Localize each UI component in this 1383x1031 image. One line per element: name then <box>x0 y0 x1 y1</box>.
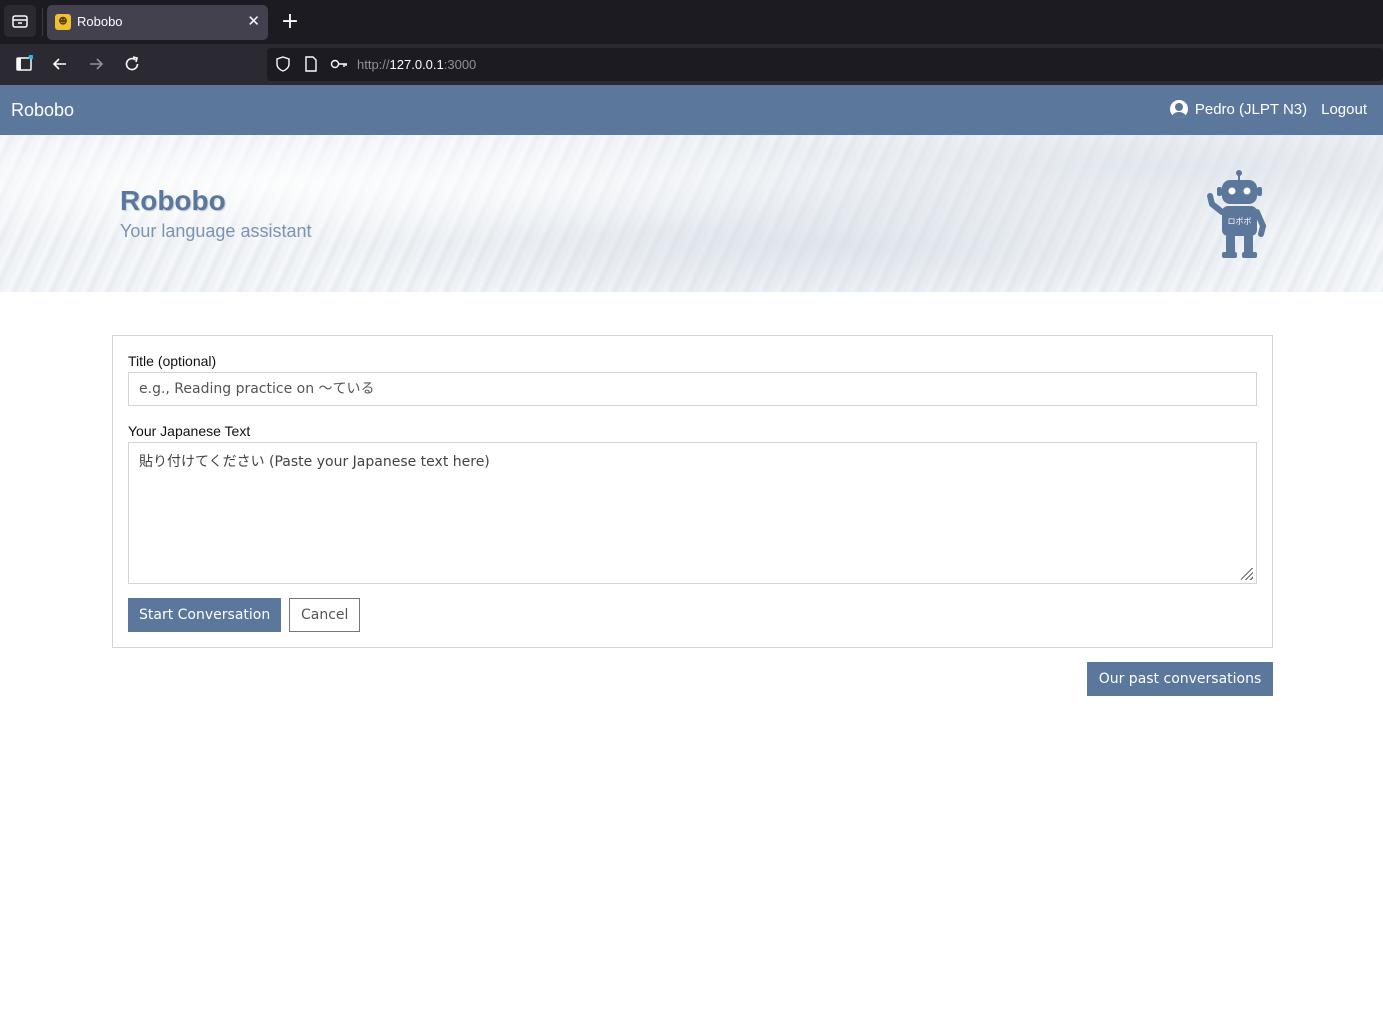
past-conversations-button[interactable]: Our past conversations <box>1087 662 1273 696</box>
robobo-favicon-icon: ☻ <box>55 14 71 30</box>
resize-grip-icon[interactable] <box>1241 568 1253 580</box>
hero-subtitle: Your language assistant <box>120 221 312 241</box>
navbar-brand[interactable]: Robobo <box>11 100 74 121</box>
url-host: 127.0.0.1 <box>389 57 444 72</box>
robot-label: ロボボ <box>1228 217 1252 226</box>
browser-tab-active[interactable]: ☻ Robobo ✕ <box>47 5 268 40</box>
cancel-button[interactable]: Cancel <box>289 598 361 632</box>
robot-mascot-icon: ロボボ <box>1207 170 1267 258</box>
new-tab-button[interactable]: + <box>279 8 301 36</box>
shield-icon[interactable] <box>272 53 294 75</box>
tab-overview-button[interactable] <box>4 5 36 37</box>
user-area: Pedro (JLPT N3) Logout <box>1169 100 1367 118</box>
key-icon[interactable] <box>328 53 350 75</box>
reload-icon[interactable] <box>121 53 143 75</box>
tab-list-icon <box>12 15 28 28</box>
url-text[interactable]: http://127.0.0.1:3000 <box>357 57 476 72</box>
user-name: Pedro (JLPT N3) <box>1194 100 1308 118</box>
tab-separator <box>42 8 43 36</box>
title-label: Title (optional) <box>128 353 217 369</box>
url-bar[interactable]: http://127.0.0.1:3000 <box>267 48 1383 81</box>
user-profile-link[interactable]: Pedro (JLPT N3) <box>1169 100 1308 118</box>
title-input[interactable]: e.g., Reading practice on ～ている <box>128 372 1257 406</box>
sidebar-toggle-icon[interactable] <box>13 53 35 75</box>
forward-icon[interactable] <box>85 53 107 75</box>
app-navbar: Robobo Pedro (JLPT N3) Logout <box>0 85 1383 135</box>
browser-navbar: http://127.0.0.1:3000 <box>0 44 1383 85</box>
user-avatar-icon <box>1169 100 1188 118</box>
japanese-text-placeholder: 貼り付けてください (Paste your Japanese text here… <box>139 454 490 470</box>
url-port: :3000 <box>443 57 477 72</box>
back-icon[interactable] <box>49 53 71 75</box>
new-conversation-card: Title (optional) e.g., Reading practice … <box>112 335 1273 648</box>
tab-title: Robobo <box>77 14 123 29</box>
hero-title: Robobo <box>120 185 226 216</box>
hero-banner: Robobo Your language assistant ロボボ <box>0 135 1383 292</box>
japanese-text-area[interactable]: 貼り付けてください (Paste your Japanese text here… <box>128 442 1257 584</box>
japanese-text-label: Your Japanese Text <box>128 423 251 439</box>
start-conversation-button[interactable]: Start Conversation <box>128 598 282 632</box>
logout-link[interactable]: Logout <box>1321 101 1367 118</box>
tab-close-icon[interactable]: ✕ <box>247 12 260 30</box>
url-scheme: http:// <box>357 57 390 72</box>
page-icon[interactable] <box>300 53 322 75</box>
browser-tabstrip: ☻ Robobo ✕ + <box>0 0 1383 44</box>
